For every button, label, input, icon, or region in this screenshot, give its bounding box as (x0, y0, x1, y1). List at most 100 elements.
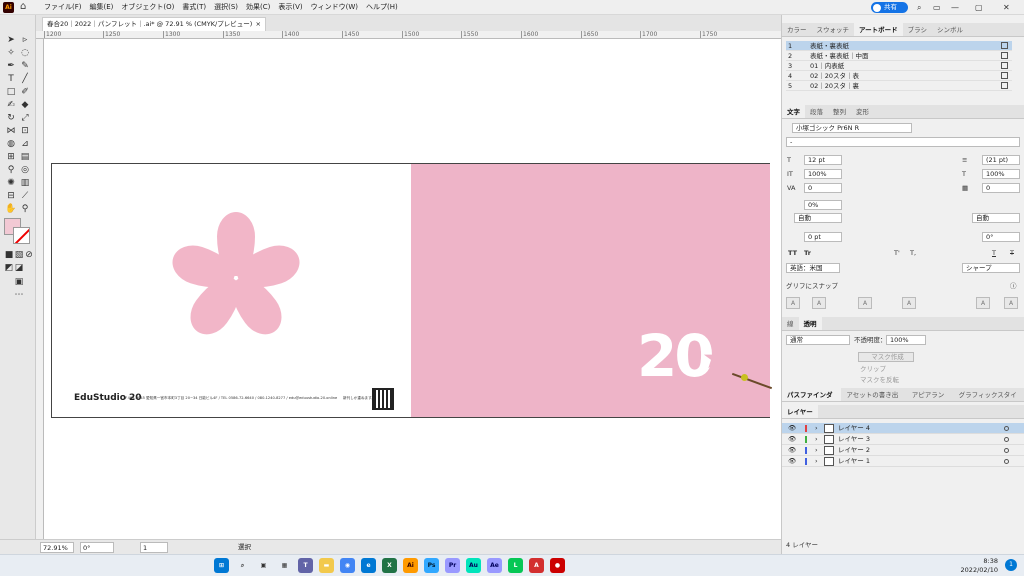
eye-icon[interactable]: 👁 (788, 445, 796, 456)
eye-icon[interactable]: 👁 (788, 423, 796, 434)
tab-character[interactable]: 文字 (782, 105, 805, 118)
minimize-icon[interactable]: — (951, 0, 959, 15)
close-tab-icon[interactable]: × (256, 18, 261, 31)
tab-color[interactable]: カラー (782, 23, 812, 36)
snap-xheight-icon[interactable]: A (812, 297, 826, 309)
artboard-options-icon[interactable] (1001, 72, 1008, 79)
tab-transparency[interactable]: 透明 (798, 317, 822, 330)
snap-angular-icon[interactable]: A (976, 297, 990, 309)
page-field[interactable]: 1 (140, 542, 168, 553)
layout-icon[interactable]: ▭ (933, 0, 941, 15)
menu-edit[interactable]: 編集(E) (90, 0, 114, 15)
snap-glyph-bounds-icon[interactable]: A (858, 297, 872, 309)
edge-icon[interactable]: e (361, 558, 376, 573)
excel-icon[interactable]: X (382, 558, 397, 573)
eye-icon[interactable]: 👁 (788, 434, 796, 445)
snap-anchor-icon[interactable]: A (1004, 297, 1018, 309)
selection-tool-icon[interactable]: ➤ (5, 35, 17, 45)
slice-tool-icon[interactable]: ⟋ (19, 191, 31, 201)
graph-tool-icon[interactable]: ▥ (19, 178, 31, 188)
artboard-options-icon[interactable] (1001, 42, 1008, 49)
clock[interactable]: 8:38 2022/02/10 (950, 557, 998, 575)
invert-mask-checkbox[interactable]: マスクを反転 (860, 375, 899, 385)
leading-field[interactable]: (21 pt) (982, 155, 1020, 165)
acrobat-icon[interactable]: A (529, 558, 544, 573)
clip-checkbox[interactable]: クリップ (860, 364, 886, 374)
share-button[interactable]: 共有 (871, 2, 908, 13)
layer-row[interactable]: 👁 › レイヤー 3 (782, 434, 1024, 445)
tab-artboards[interactable]: アートボード (854, 23, 903, 36)
line-tool-icon[interactable]: ╱ (19, 74, 31, 84)
magic-wand-icon[interactable]: ✧ (5, 48, 17, 58)
blend-mode-select[interactable]: 通常 (786, 335, 850, 345)
chrome-icon[interactable]: ◉ (340, 558, 355, 573)
menu-view[interactable]: 表示(V) (278, 0, 302, 15)
symbol-sprayer-icon[interactable]: ✺ (5, 178, 17, 188)
home-icon[interactable]: ⌂ (20, 1, 26, 12)
zoom-tool-icon[interactable]: ⚲ (19, 204, 31, 214)
start-icon[interactable]: ⊞ (214, 558, 229, 573)
font-size-field[interactable]: 12 pt (804, 155, 842, 165)
tab-swatches[interactable]: スウォッチ (812, 23, 855, 36)
menu-select[interactable]: 選択(S) (214, 0, 238, 15)
info-icon[interactable]: ⓘ (1010, 281, 1017, 291)
subscript-button[interactable]: T, (910, 248, 916, 258)
search-icon[interactable]: ⌕ (917, 0, 921, 15)
tsume-field[interactable]: 0% (804, 200, 842, 210)
snap-baseline-icon[interactable]: A (786, 297, 800, 309)
aki-left-select[interactable]: 自動 (794, 213, 842, 223)
target-icon[interactable] (1004, 448, 1009, 453)
type-tool-icon[interactable]: T (5, 74, 17, 84)
artboard-row[interactable]: 1 表紙・裏表紙 (786, 41, 1012, 51)
line-icon[interactable]: L (508, 558, 523, 573)
tab-pathfinder[interactable]: パスファインダー (782, 388, 842, 413)
opacity-field[interactable]: 100% (886, 335, 926, 345)
tab-transform[interactable]: 変形 (851, 105, 874, 118)
premiere-icon[interactable]: Pr (445, 558, 460, 573)
expand-icon[interactable]: › (815, 456, 818, 467)
layer-row[interactable]: 👁 › レイヤー 1 (782, 456, 1024, 467)
snap-proximity-icon[interactable]: A (902, 297, 916, 309)
gradient-tool-icon[interactable]: ▤ (19, 152, 31, 162)
search-icon[interactable]: ⌕ (235, 558, 250, 573)
tab-brushes[interactable]: ブラシ (903, 23, 932, 36)
illustrator-icon[interactable]: Ai (403, 558, 418, 573)
pen-tool-icon[interactable]: ✒ (5, 61, 17, 71)
shaper-tool-icon[interactable]: ✍ (5, 100, 17, 110)
document-tab[interactable]: 春合20｜2022｜パンフレット｜.ai* @ 72.91 % (CMYK/プレ… (42, 17, 266, 31)
menu-type[interactable]: 書式(T) (182, 0, 206, 15)
baseline-field[interactable]: 0 pt (804, 232, 842, 242)
tab-graphic-styles[interactable]: グラフィックスタイル (954, 388, 1024, 413)
menu-window[interactable]: ウィンドウ(W) (311, 0, 358, 15)
canvas[interactable]: EduStudio 20 〒463-0045 愛知県一宮市本町3丁目 20−34… (44, 39, 781, 539)
eyedropper-icon[interactable]: ⚲ (5, 165, 17, 175)
rotate-tool-icon[interactable]: ↻ (5, 113, 17, 123)
notification-badge[interactable]: 1 (1005, 559, 1017, 571)
widgets-icon[interactable]: ▦ (277, 558, 292, 573)
angle-field[interactable]: 0° (80, 542, 114, 553)
strikethrough-button[interactable]: T (1010, 248, 1014, 258)
blend-tool-icon[interactable]: ◎ (19, 165, 31, 175)
after-effects-icon[interactable]: Ae (487, 558, 502, 573)
expand-icon[interactable]: › (815, 423, 818, 434)
all-caps-button[interactable]: TT (788, 248, 797, 258)
zoom-field[interactable]: 72.91% (40, 542, 74, 553)
tab-appearance[interactable]: アピアランス (907, 388, 954, 413)
artboard-row[interactable]: 5 02｜20スタ｜裏 (786, 81, 1012, 91)
brush-tool-icon[interactable]: ✐ (19, 87, 31, 97)
rectangle-tool-icon[interactable]: □ (5, 87, 17, 97)
artboard-row[interactable]: 3 01｜内表紙 (786, 61, 1012, 71)
tab-asset-export[interactable]: アセットの書き出し (841, 388, 906, 413)
menu-object[interactable]: オブジェクト(O) (121, 0, 174, 15)
artboard-tool-icon[interactable]: ⊟ (5, 191, 17, 201)
layer-row[interactable]: 👁 › レイヤー 2 (782, 445, 1024, 456)
screen-mode-icon[interactable]: ▣ (13, 277, 25, 287)
mesh-tool-icon[interactable]: ⊞ (5, 152, 17, 162)
tracking-field[interactable]: 0 (982, 183, 1020, 193)
tab-symbols[interactable]: シンボル (932, 23, 968, 36)
artboard[interactable]: EduStudio 20 〒463-0045 愛知県一宮市本町3丁目 20−34… (51, 163, 773, 418)
more-tools-icon[interactable]: ⋯ (13, 290, 25, 300)
maximize-icon[interactable]: ▢ (975, 0, 983, 15)
aki-right-select[interactable]: 自動 (972, 213, 1020, 223)
font-style-select[interactable]: - (786, 137, 1020, 147)
